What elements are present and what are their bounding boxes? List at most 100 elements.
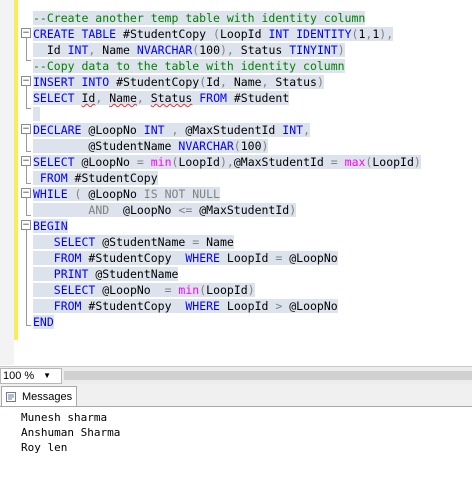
fold-guide: [26, 134, 27, 152]
code-token: <=: [178, 203, 200, 217]
collapse-declare-icon[interactable]: −: [21, 124, 31, 134]
code-token: --Copy data to the table with identity c…: [33, 59, 345, 73]
code-line[interactable]: --Create another temp table with identit…: [33, 10, 366, 26]
code-token: TINYINT: [289, 43, 338, 57]
code-token: Status: [275, 75, 317, 89]
code-token: WHERE: [185, 251, 227, 265]
code-line[interactable]: FROM #StudentCopy WHERE LoopId > @LoopNo: [33, 298, 338, 314]
collapse-insert-icon[interactable]: −: [21, 76, 31, 86]
code-line[interactable]: WHILE ( @LoopNo IS NOT NULL: [33, 186, 220, 202]
selected-code: WHILE ( @LoopNo IS NOT NULL: [33, 187, 220, 201]
fold-guide: [26, 38, 27, 61]
code-token: #StudentCopy: [74, 171, 158, 185]
code-token: =: [136, 155, 151, 169]
selected-code: SELECT @LoopNo = min(LoopId): [33, 283, 255, 297]
code-token: #StudentCopy: [116, 75, 200, 89]
code-token: DECLARE: [33, 123, 89, 137]
code-line[interactable]: INSERT INTO #StudentCopy(Id, Name, Statu…: [33, 74, 324, 90]
collapse-create-icon[interactable]: −: [21, 28, 31, 38]
code-line[interactable]: AND @LoopNo <= @MaxStudentId): [33, 202, 297, 218]
code-token: LoopId: [226, 299, 276, 313]
code-token: NVARCHAR: [178, 139, 234, 153]
collapse-while-icon[interactable]: −: [21, 188, 31, 198]
code-token: (: [74, 187, 89, 201]
horizontal-scrollbar[interactable]: [64, 371, 472, 380]
query-editor[interactable]: − − − − − − --Create another temp table …: [0, 0, 472, 365]
selected-code: SELECT @StudentName = Name: [33, 235, 234, 249]
code-token: SELECT: [33, 91, 82, 105]
code-token: @LoopNo: [123, 203, 179, 217]
code-line[interactable]: CREATE TABLE #StudentCopy (LoopId INT ID…: [33, 26, 394, 42]
code-token: FROM: [53, 299, 89, 313]
code-token: LoopId: [372, 155, 414, 169]
change-tracking-bar: [14, 0, 18, 340]
code-token: LoopId: [178, 155, 220, 169]
code-token: ,: [171, 123, 186, 137]
fold-end: [26, 325, 31, 326]
selected-code: @StudentName NVARCHAR(100): [33, 139, 269, 153]
code-line[interactable]: PRINT @StudentName: [33, 266, 179, 282]
code-token: min: [178, 283, 200, 297]
selected-code: SELECT @LoopNo = min(LoopId),@MaxStudent…: [33, 155, 421, 169]
code-line[interactable]: --Copy data to the table with identity c…: [33, 58, 345, 74]
code-token: (: [233, 139, 241, 153]
code-token: #StudentCopy: [88, 299, 186, 313]
message-line: Roy len: [21, 441, 68, 454]
code-line[interactable]: FROM #StudentCopy WHERE LoopId = @LoopNo: [33, 250, 338, 266]
code-token: ): [247, 283, 255, 297]
fold-end: [26, 215, 31, 216]
tab-messages[interactable]: Messages: [1, 386, 77, 407]
code-token: NVARCHAR: [136, 43, 193, 57]
code-token: INT IDENTITY: [268, 27, 352, 41]
code-line[interactable]: SELECT @LoopNo = min(LoopId): [33, 282, 255, 298]
code-token: BEGIN: [33, 219, 68, 233]
code-token: SELECT: [53, 283, 103, 297]
code-token: SELECT: [53, 235, 103, 249]
collapse-select-icon[interactable]: −: [21, 156, 31, 166]
selected-code: --Copy data to the table with identity c…: [33, 59, 345, 73]
code-line[interactable]: END: [33, 314, 54, 330]
code-line[interactable]: DECLARE @LoopNo INT , @MaxStudentId INT,: [33, 122, 310, 138]
code-token: ): [337, 43, 345, 57]
code-token: #Student: [233, 91, 290, 105]
code-line[interactable]: [33, 106, 40, 122]
code-token: =: [275, 251, 290, 265]
code-line[interactable]: SELECT @LoopNo = min(LoopId),@MaxStudent…: [33, 154, 421, 170]
code-line[interactable]: SELECT @StudentName = Name: [33, 234, 234, 250]
zoom-value: 100 %: [3, 370, 35, 382]
message-line: Anshuman Sharma: [21, 426, 121, 439]
selected-code: FROM #StudentCopy: [33, 171, 158, 185]
code-token: =: [330, 155, 345, 169]
fold-guide: [26, 198, 27, 216]
selected-code: PRINT @StudentName: [33, 267, 179, 281]
selected-code: --Create another temp table with identit…: [33, 11, 366, 25]
fold-end: [26, 183, 31, 184]
code-token: FROM: [199, 91, 234, 105]
fold-guide: [26, 86, 27, 109]
tab-label: Messages: [22, 391, 73, 403]
code-token: ,: [219, 75, 234, 89]
fold-end: [26, 108, 31, 109]
fold-end: [26, 151, 31, 152]
code-token: INT: [143, 123, 172, 137]
spellcheck-squiggle: Status: [150, 91, 193, 105]
code-line[interactable]: @StudentName NVARCHAR(100): [33, 138, 269, 154]
code-token: LoopId: [206, 283, 248, 297]
code-token: IS NOT NULL: [143, 187, 220, 201]
zoom-dropdown[interactable]: 100 % ▼: [0, 368, 62, 384]
code-line[interactable]: FROM #StudentCopy: [33, 170, 158, 186]
code-line[interactable]: BEGIN: [33, 218, 68, 234]
code-line[interactable]: Id INT, Name NVARCHAR(100), Status TINYI…: [33, 42, 345, 58]
code-token: --Create another temp table with identit…: [33, 11, 366, 25]
code-token: ),: [219, 155, 234, 169]
code-line[interactable]: SELECT Id, Name, Status FROM #Student: [33, 90, 290, 106]
code-token: @LoopNo: [81, 155, 137, 169]
code-token: =: [192, 235, 207, 249]
scrollbar-thumb[interactable]: [64, 371, 472, 380]
code-token: SELECT: [33, 155, 82, 169]
collapse-begin-icon[interactable]: −: [21, 220, 31, 230]
code-token: Name: [206, 235, 234, 249]
code-token: LoopId: [219, 27, 269, 41]
